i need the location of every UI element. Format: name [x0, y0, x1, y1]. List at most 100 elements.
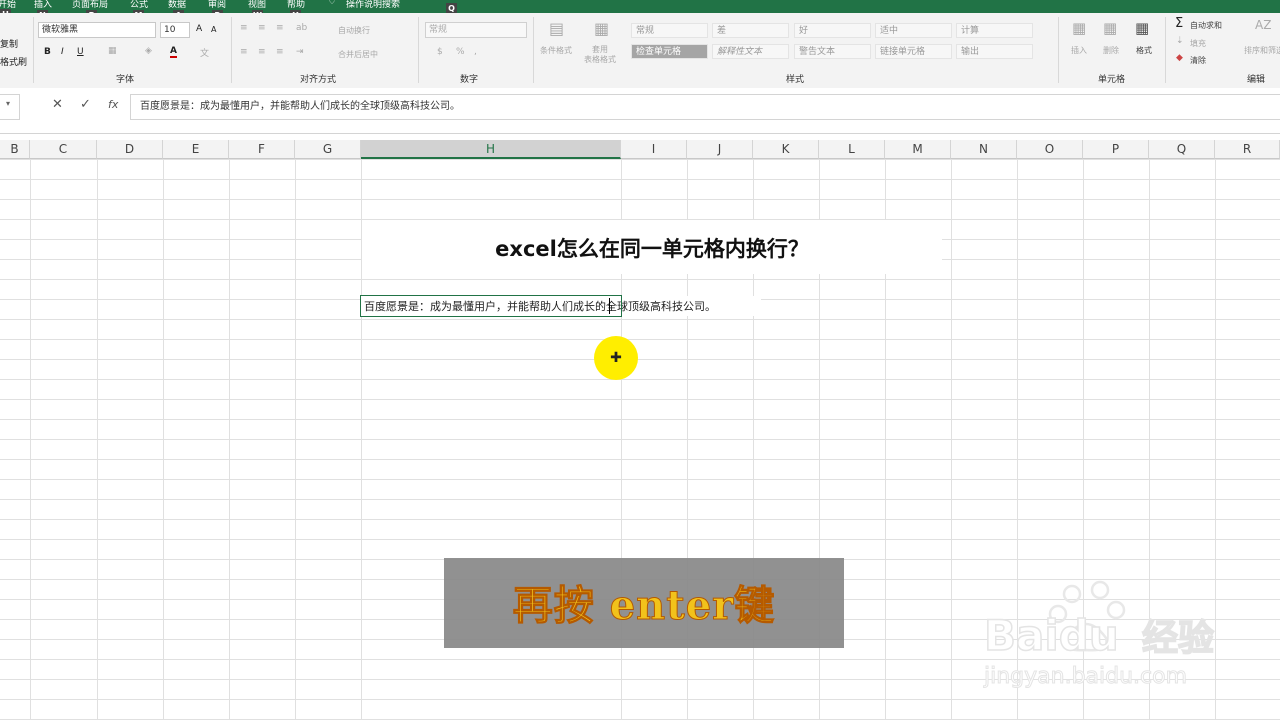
- baidu-jingyan-watermark: Baidu 经验 jingyan.baidu.com: [980, 580, 1220, 690]
- watermark-cn: 经验: [1142, 618, 1214, 659]
- formula-bar: ▾ ✕ ✓ fx 百度愿景是：成为最懂用户，并能帮助人们成长的全球顶级高科技公司…: [0, 88, 1280, 134]
- delete-cells-icon: ▦: [1103, 19, 1118, 37]
- column-header[interactable]: D: [97, 140, 163, 159]
- merge-center-button[interactable]: 合并后居中: [338, 49, 378, 60]
- underline-button[interactable]: U: [77, 47, 84, 57]
- style-check-cell[interactable]: 检查单元格: [631, 44, 708, 59]
- cancel-icon[interactable]: ✕: [52, 97, 63, 112]
- alignment-group-label: 对齐方式: [300, 75, 337, 85]
- delete-cells-button[interactable]: 删除: [1103, 45, 1119, 56]
- tab-page-layout[interactable]: 页面布局: [72, 0, 108, 10]
- currency-icon[interactable]: $: [437, 47, 443, 57]
- style-linked-cell[interactable]: 链接单元格: [875, 44, 952, 59]
- column-header[interactable]: R: [1215, 140, 1280, 159]
- column-header[interactable]: Q: [1149, 140, 1215, 159]
- style-calculation[interactable]: 计算: [956, 23, 1033, 38]
- lightbulb-icon: ♡: [328, 0, 337, 7]
- font-size-select[interactable]: 10: [160, 22, 190, 38]
- align-top-icon[interactable]: ≡: [240, 23, 248, 33]
- column-header-selected[interactable]: H: [361, 140, 621, 159]
- tab-review[interactable]: 审阅: [208, 0, 226, 10]
- clear-icon: ◆: [1176, 53, 1183, 63]
- format-cells-button[interactable]: 格式: [1136, 45, 1152, 56]
- phonetic-icon[interactable]: 文: [200, 46, 209, 59]
- indent-icon[interactable]: ⇥: [296, 47, 304, 57]
- italic-button[interactable]: I: [61, 47, 64, 57]
- style-bad[interactable]: 差: [712, 23, 789, 38]
- fill-button[interactable]: 填充: [1190, 38, 1206, 49]
- tab-formulas[interactable]: 公式: [130, 0, 148, 10]
- column-header[interactable]: N: [951, 140, 1017, 159]
- column-header[interactable]: J: [687, 140, 753, 159]
- style-normal[interactable]: 常规: [631, 23, 708, 38]
- column-header[interactable]: F: [229, 140, 295, 159]
- format-cells-icon: ▦: [1135, 19, 1150, 37]
- number-group-label: 数字: [460, 75, 479, 85]
- autosum-button[interactable]: 自动求和: [1190, 20, 1222, 31]
- column-header[interactable]: B: [0, 140, 30, 159]
- editing-group-label: 编辑: [1247, 75, 1266, 85]
- style-good[interactable]: 好: [794, 23, 871, 38]
- column-header[interactable]: L: [819, 140, 885, 159]
- text-caret: [609, 298, 610, 314]
- column-header[interactable]: C: [30, 140, 97, 159]
- column-header[interactable]: K: [753, 140, 819, 159]
- orientation-icon[interactable]: ab: [296, 23, 307, 33]
- insert-function-icon[interactable]: fx: [108, 98, 118, 111]
- insert-cells-button[interactable]: 插入: [1071, 45, 1087, 56]
- border-icon[interactable]: ▦: [108, 46, 117, 56]
- align-right-icon[interactable]: ≡: [276, 47, 284, 57]
- font-group-label: 字体: [116, 75, 135, 85]
- format-painter-button[interactable]: 格式刷: [0, 55, 27, 68]
- ribbon: 复制 格式刷 微软雅黑 10 A A B I U ▦ ◈ A 文 字体 ≡ ≡ …: [0, 13, 1280, 89]
- bold-button[interactable]: B: [44, 47, 51, 57]
- column-header[interactable]: O: [1017, 140, 1083, 159]
- active-cell[interactable]: [360, 295, 622, 317]
- enter-check-icon[interactable]: ✓: [80, 97, 91, 112]
- column-header[interactable]: G: [295, 140, 361, 159]
- fill-icon: ⇣: [1176, 36, 1184, 46]
- watermark-url: jingyan.baidu.com: [983, 664, 1187, 689]
- tab-insert[interactable]: 插入: [34, 0, 52, 10]
- tab-data[interactable]: 数据: [168, 0, 186, 10]
- align-bottom-icon[interactable]: ≡: [276, 23, 284, 33]
- clear-button[interactable]: 清除: [1190, 55, 1206, 66]
- copy-button[interactable]: 复制: [0, 37, 18, 50]
- sort-filter-icon: AZ: [1255, 18, 1272, 32]
- table-format-icon: ▦: [594, 19, 610, 38]
- font-color-icon[interactable]: A: [170, 46, 177, 58]
- percent-button[interactable]: %: [456, 47, 465, 57]
- style-explanatory[interactable]: 解释性文本: [712, 44, 789, 59]
- align-left-icon[interactable]: ≡: [240, 47, 248, 57]
- comma-button[interactable]: ,: [474, 47, 477, 57]
- conditional-format-button[interactable]: 条件格式: [540, 45, 572, 56]
- sort-filter-button[interactable]: 排序和筛选: [1244, 45, 1280, 56]
- tab-view[interactable]: 视图: [248, 0, 266, 10]
- style-neutral[interactable]: 适中: [875, 23, 952, 38]
- style-output[interactable]: 输出: [956, 44, 1033, 59]
- instruction-text: 再按 enter键: [512, 582, 776, 630]
- number-format-select[interactable]: 常规: [425, 22, 527, 38]
- baidu-paw-logo: Baidu 经验 jingyan.baidu.com: [983, 580, 1215, 690]
- tab-help[interactable]: 帮助: [287, 0, 305, 10]
- column-header[interactable]: I: [621, 140, 687, 159]
- conditional-format-icon: ▤: [549, 19, 565, 38]
- grow-font-button[interactable]: A: [196, 24, 202, 34]
- align-center-icon[interactable]: ≡: [258, 47, 266, 57]
- align-middle-icon[interactable]: ≡: [258, 23, 266, 33]
- insert-cells-icon: ▦: [1072, 19, 1087, 37]
- name-box[interactable]: ▾: [0, 94, 20, 120]
- font-name-select[interactable]: 微软雅黑: [38, 22, 156, 38]
- formula-input[interactable]: 百度愿景是：成为最懂用户，并能帮助人们成长的全球顶级高科技公司。: [130, 94, 1280, 120]
- tell-me-search[interactable]: 操作说明搜索: [346, 0, 400, 10]
- shrink-font-button[interactable]: A: [211, 25, 216, 34]
- wrap-text-button[interactable]: 自动换行: [338, 25, 370, 36]
- styles-group-label: 样式: [786, 75, 805, 85]
- column-header[interactable]: M: [885, 140, 951, 159]
- table-format-button[interactable]: 套用 表格格式: [584, 45, 616, 65]
- cells-group-label: 单元格: [1098, 75, 1126, 85]
- style-warning[interactable]: 警告文本: [794, 44, 871, 59]
- column-header[interactable]: P: [1083, 140, 1149, 159]
- fill-color-icon[interactable]: ◈: [145, 46, 152, 56]
- column-header[interactable]: E: [163, 140, 229, 159]
